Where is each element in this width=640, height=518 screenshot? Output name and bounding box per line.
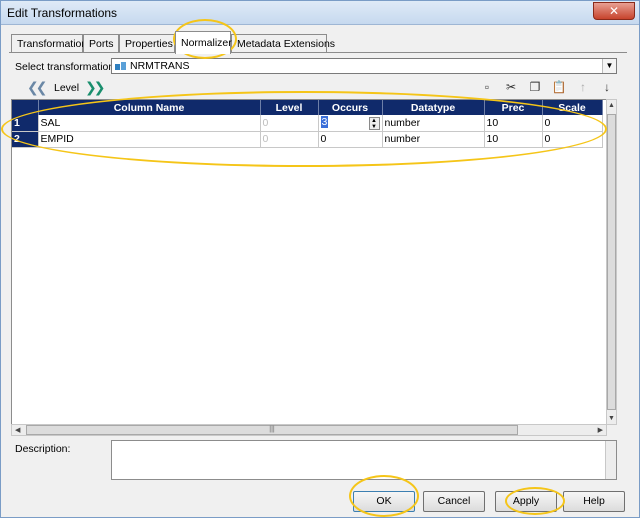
occurs-header[interactable]: Occurs xyxy=(318,100,383,115)
row-number[interactable]: 1 xyxy=(12,115,39,132)
scroll-right-icon[interactable]: ▶ xyxy=(598,426,603,434)
title-bar: Edit Transformations ✕ xyxy=(1,1,639,25)
close-button[interactable]: ✕ xyxy=(593,2,635,20)
tab-properties[interactable]: Properties xyxy=(119,34,175,53)
datatype-header[interactable]: Datatype xyxy=(382,100,485,115)
move-down-icon[interactable]: ↓ xyxy=(599,79,615,95)
occurs-cell[interactable]: 3 ▲ ▼ xyxy=(318,115,383,132)
datatype-cell[interactable]: number xyxy=(382,115,485,132)
scroll-down-icon[interactable]: ▼ xyxy=(608,415,615,422)
description-label: Description: xyxy=(15,443,71,455)
description-textarea[interactable] xyxy=(111,440,617,480)
row-number-header xyxy=(12,100,39,115)
scroll-left-icon[interactable]: ◀ xyxy=(15,426,20,434)
prec-cell[interactable]: 10 xyxy=(484,115,543,132)
level-label: Level xyxy=(54,82,80,94)
paste-icon[interactable]: 📋 xyxy=(551,79,567,95)
level-right-arrow-icon[interactable]: ❯❯ xyxy=(85,79,106,96)
tab-divider xyxy=(9,52,627,53)
level-cell[interactable]: 0 xyxy=(260,115,319,132)
occurs-value[interactable]: 3 xyxy=(320,115,329,128)
column-name-cell[interactable]: SAL xyxy=(38,115,261,132)
normalizer-table: Column Name Level Occurs Datatype Prec S… xyxy=(12,100,603,148)
transformation-icon xyxy=(115,62,126,70)
occurs-spinner-icon[interactable]: ▲ ▼ xyxy=(368,116,380,130)
ports-grid: Column Name Level Occurs Datatype Prec S… xyxy=(11,99,617,425)
scroll-up-icon[interactable]: ▲ xyxy=(608,102,615,109)
level-cell[interactable]: 0 xyxy=(260,131,319,148)
occurs-cell[interactable]: 0 xyxy=(318,131,383,148)
ok-button[interactable]: OK xyxy=(353,491,415,512)
description-scrollbar[interactable] xyxy=(605,441,616,479)
level-left-arrow-icon[interactable]: ❮❮ xyxy=(27,79,48,96)
scale-cell[interactable]: 0 xyxy=(542,131,603,148)
tab-transformation[interactable]: Transformation xyxy=(11,34,87,53)
level-header[interactable]: Level xyxy=(260,100,319,115)
window-title: Edit Transformations xyxy=(7,6,118,20)
table-row[interactable]: 1 SAL 0 3 ▲ ▼ number 10 0 xyxy=(12,115,603,132)
table-row[interactable]: 2 EMPID 0 0 number 10 0 xyxy=(12,131,603,148)
edit-transformations-dialog: Edit Transformations ✕ Transformation Po… xyxy=(0,0,640,518)
row-number[interactable]: 2 xyxy=(12,131,39,148)
grid-horizontal-scrollbar[interactable]: ◀ ||| ▶ xyxy=(11,424,607,436)
help-button[interactable]: Help xyxy=(563,491,625,512)
grid-vertical-scrollbar[interactable]: ▲ ▼ xyxy=(606,99,617,425)
table-header-row: Column Name Level Occurs Datatype Prec S… xyxy=(12,100,603,115)
cancel-button[interactable]: Cancel xyxy=(423,491,485,512)
datatype-cell[interactable]: number xyxy=(382,131,485,148)
column-name-cell[interactable]: EMPID xyxy=(38,131,261,148)
horizontal-scroll-thumb[interactable]: ||| xyxy=(26,425,518,435)
select-transformation-dropdown[interactable]: NRMTRANS ▼ xyxy=(111,58,617,74)
tab-ports[interactable]: Ports xyxy=(83,34,119,53)
select-transformation-label: Select transformation: xyxy=(15,61,118,73)
column-name-header[interactable]: Column Name xyxy=(38,100,261,115)
scale-header[interactable]: Scale xyxy=(542,100,603,115)
chevron-down-icon[interactable]: ▼ xyxy=(602,59,616,73)
tab-normalizer[interactable]: Normalizer xyxy=(175,31,232,54)
vertical-scroll-thumb[interactable] xyxy=(607,114,616,410)
select-transformation-value: NRMTRANS xyxy=(130,60,190,72)
prec-cell[interactable]: 10 xyxy=(484,131,543,148)
apply-button[interactable]: Apply xyxy=(495,491,557,512)
move-up-icon[interactable]: ↑ xyxy=(575,79,591,95)
copy-icon[interactable]: ❐ xyxy=(527,79,543,95)
scale-cell[interactable]: 0 xyxy=(542,115,603,132)
cut-icon[interactable]: ✂ xyxy=(503,79,519,95)
tab-metadata-extensions[interactable]: Metadata Extensions xyxy=(231,34,335,53)
prec-header[interactable]: Prec xyxy=(484,100,543,115)
new-row-icon[interactable]: ▫ xyxy=(479,79,495,95)
